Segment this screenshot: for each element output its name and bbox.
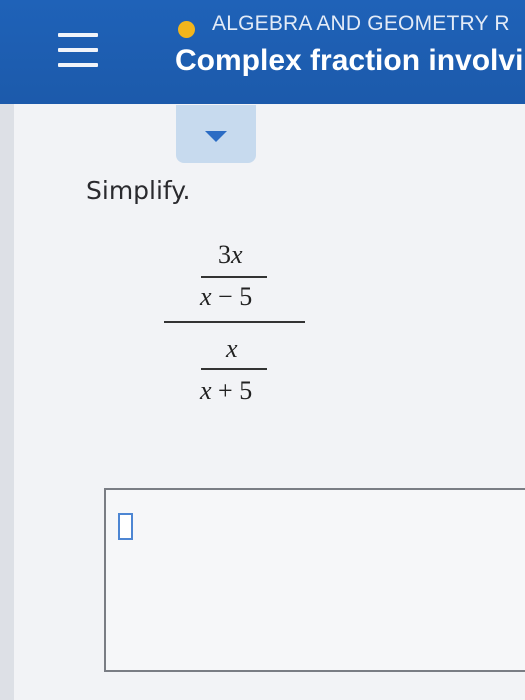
operator: + xyxy=(218,376,233,405)
variable: x xyxy=(200,376,212,405)
course-label: ALGEBRA AND GEOMETRY R xyxy=(212,12,510,35)
outer-denominator-numerator: x xyxy=(226,334,238,364)
instruction-text: Simplify. xyxy=(86,176,191,205)
outer-numerator-denominator: x − 5 xyxy=(200,282,252,312)
constant: 5 xyxy=(239,376,253,405)
menu-bar-line xyxy=(58,48,98,52)
variable: x xyxy=(226,334,238,363)
menu-bar-line xyxy=(58,63,98,67)
inner-fraction-bar-bottom xyxy=(201,368,267,370)
top-header-bar: ALGEBRA AND GEOMETRY R Complex fraction … xyxy=(0,0,525,104)
topic-title: Complex fraction involvin xyxy=(175,44,525,77)
outer-numerator-numerator: 3x xyxy=(218,240,243,270)
left-edge-strip xyxy=(0,104,14,700)
answer-input[interactable] xyxy=(118,513,133,540)
chevron-down-icon xyxy=(205,131,227,142)
coefficient: 3 xyxy=(218,240,231,269)
menu-bar-line xyxy=(58,33,98,37)
constant: 5 xyxy=(239,282,253,311)
main-fraction-bar xyxy=(164,321,305,323)
variable: x xyxy=(200,282,212,311)
collapse-panel-button[interactable] xyxy=(176,105,256,163)
inner-fraction-bar-top xyxy=(201,276,267,278)
outer-denominator-denominator: x + 5 xyxy=(200,376,252,406)
status-dot-icon xyxy=(178,21,195,38)
hamburger-menu-icon[interactable] xyxy=(58,33,98,71)
answer-box xyxy=(104,488,525,672)
variable: x xyxy=(231,240,243,269)
operator: − xyxy=(218,282,233,311)
